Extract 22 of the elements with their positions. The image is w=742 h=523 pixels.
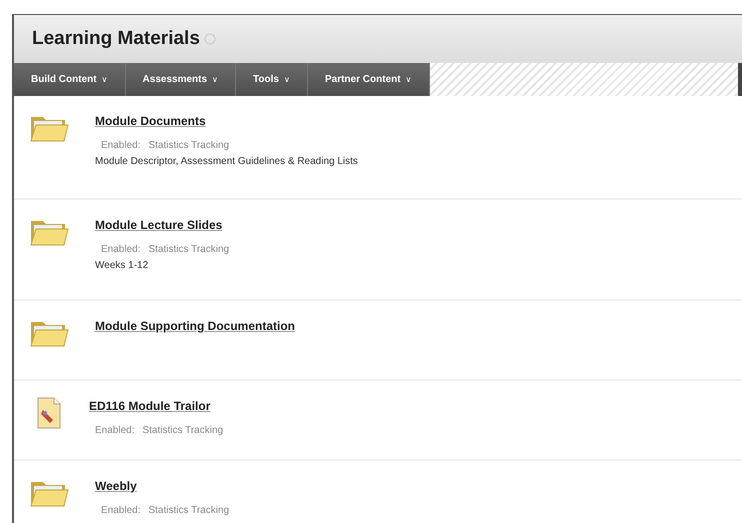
item-title-link[interactable]: Module Supporting Documentation — [95, 317, 295, 335]
item-title-link[interactable]: ED116 Module Trailor — [89, 397, 224, 415]
item-title-link[interactable]: Module Documents — [95, 112, 358, 130]
item-description: Weeks 1-12 — [95, 259, 150, 273]
toolbar-menu-button[interactable]: Assessments ∨ — [126, 63, 236, 96]
document-icon — [35, 396, 63, 430]
toolbar-menu-button[interactable]: Build Content ∨ — [14, 63, 126, 96]
item-description: Module Descriptor, Assessment Guidelines & Reading Lists — [95, 155, 358, 169]
tracking-status: Statistics Tracking — [148, 504, 230, 518]
item-title-link[interactable]: Weebly — [95, 477, 230, 495]
page-title: Learning Materials — [32, 26, 200, 51]
tracking-status: Statistics Tracking — [142, 424, 224, 438]
enabled-label: Enabled: — [101, 243, 140, 257]
enabled-label: Enabled: — [101, 504, 140, 518]
enabled-label: Enabled: — [101, 139, 140, 153]
item-title-link[interactable]: Module Lecture Slides — [95, 216, 230, 234]
tracking-status: Statistics Tracking — [148, 243, 230, 257]
options-icon[interactable] — [204, 33, 216, 45]
enabled-label: Enabled: — [95, 424, 134, 438]
toolbar-menu-button[interactable]: Partner Content ∨ — [308, 63, 430, 96]
tracking-status: Statistics Tracking — [148, 139, 230, 153]
toolbar-menu-button[interactable]: Tools ∨ — [236, 63, 308, 96]
